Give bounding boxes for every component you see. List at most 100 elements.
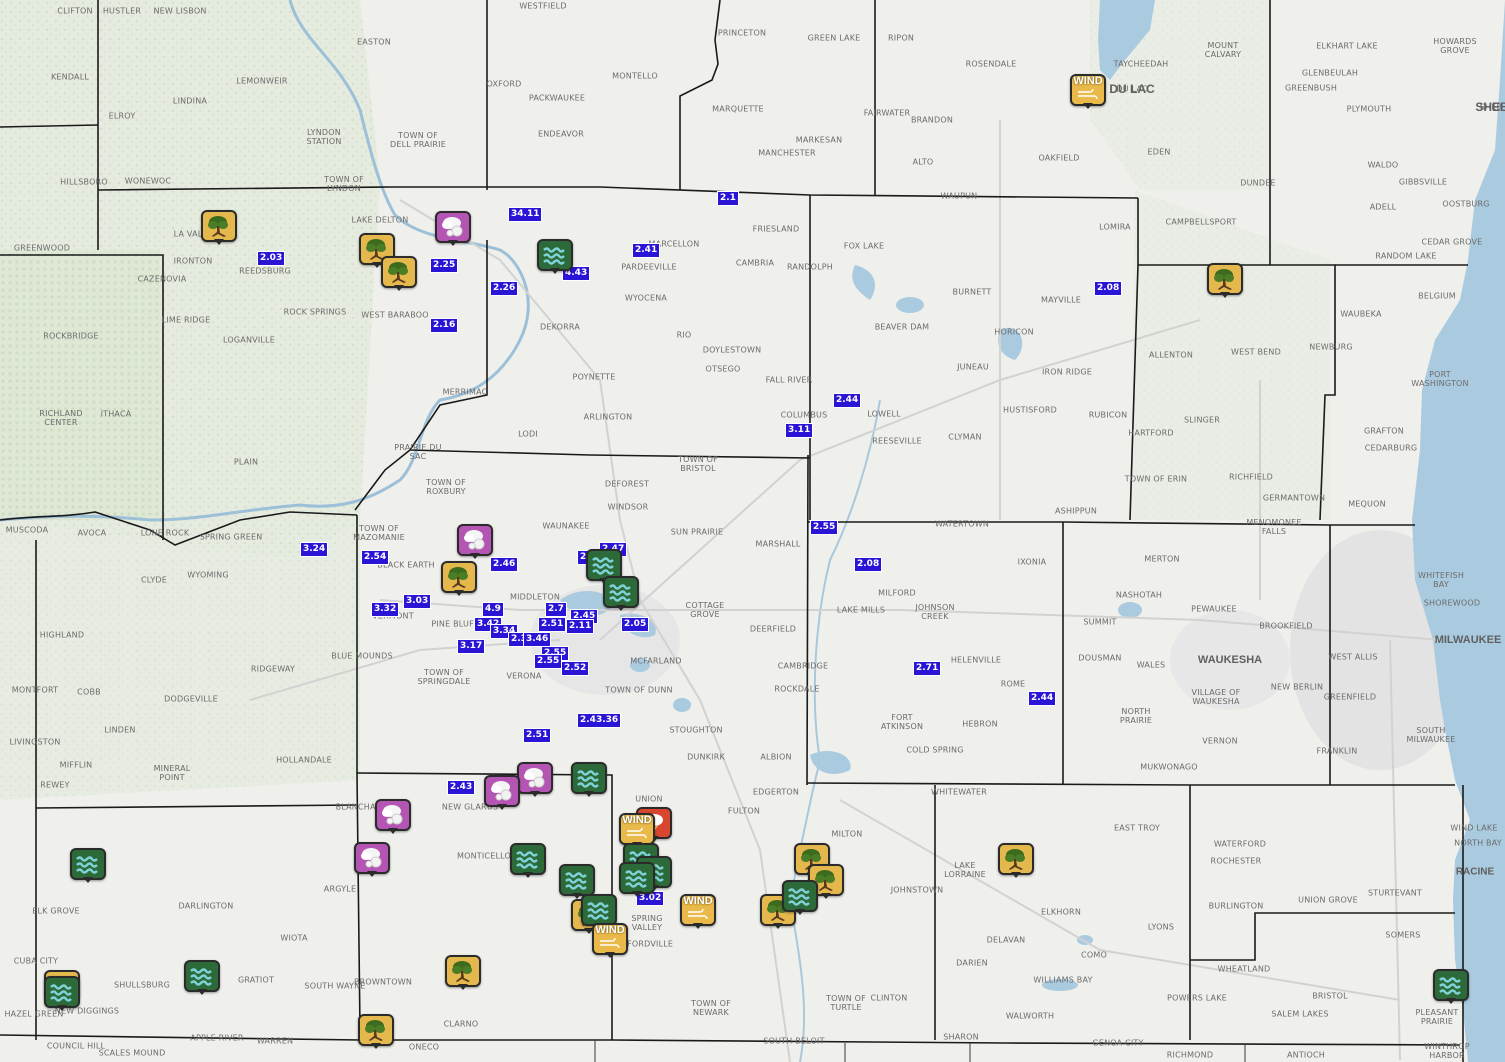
place-label: WEST ALLIS — [1328, 652, 1378, 662]
storm-report-wind[interactable]: WIND — [680, 894, 716, 930]
place-label: MUSCODA — [5, 525, 49, 535]
rainfall-total[interactable]: 2.51 — [538, 617, 567, 632]
place-label: COTTAGE GROVE — [685, 601, 725, 619]
rainfall-total[interactable]: 2.54 — [361, 550, 390, 565]
storm-report-tree[interactable] — [201, 210, 237, 246]
rainfall-total[interactable]: 2.46 — [490, 557, 519, 572]
flood-icon — [603, 576, 639, 608]
storm-report-tree[interactable] — [381, 256, 417, 292]
storm-report-hail[interactable] — [517, 762, 553, 798]
place-label: FALL RIVER — [765, 375, 813, 385]
place-label: WIOTA — [280, 933, 308, 943]
storm-report-flood[interactable] — [184, 960, 220, 996]
place-label: MILFORD — [878, 588, 916, 598]
rainfall-total[interactable]: 2.26 — [490, 281, 519, 296]
place-label: ALBION — [760, 752, 792, 762]
rainfall-total[interactable]: 2.44 — [833, 393, 862, 408]
place-label: BEAVER DAM — [874, 322, 930, 332]
rainfall-total[interactable]: 3.03 — [403, 594, 432, 609]
rainfall-total[interactable]: 2.03 — [257, 251, 286, 266]
storm-report-flood[interactable] — [782, 880, 818, 916]
rainfall-total[interactable]: 3.32 — [371, 602, 400, 617]
marker-pointer — [371, 1043, 381, 1049]
storm-report-flood[interactable] — [537, 239, 573, 275]
place-label: FULTON — [727, 806, 761, 816]
rainfall-total[interactable]: 2.25 — [430, 258, 459, 273]
flood-icon — [571, 762, 607, 794]
storm-report-tree[interactable] — [1207, 263, 1243, 299]
place-label: ELROY — [108, 111, 136, 121]
place-label: UNION — [635, 794, 663, 804]
storm-report-tree[interactable] — [441, 561, 477, 597]
rainfall-total[interactable]: 3.24 — [300, 542, 329, 557]
place-label: DEFOREST — [604, 479, 650, 489]
marker-pointer — [821, 893, 831, 899]
place-label: CLIFTON — [57, 6, 93, 16]
place-label: PRINCETON — [717, 28, 767, 38]
rainfall-total[interactable]: 3.17 — [457, 639, 486, 654]
storm-report-hail[interactable] — [375, 799, 411, 835]
tree-damage-icon — [445, 955, 481, 987]
rainfall-total[interactable]: 2.7 — [545, 602, 567, 617]
storm-report-hail[interactable] — [457, 524, 493, 560]
storm-report-hail[interactable] — [484, 775, 520, 811]
storm-report-flood[interactable] — [603, 576, 639, 612]
storm-report-flood[interactable] — [1433, 969, 1469, 1005]
place-label: ROME — [1000, 679, 1026, 689]
rainfall-total[interactable]: 2.52 — [561, 661, 590, 676]
storm-report-wind[interactable]: WIND — [592, 923, 628, 959]
rainfall-total[interactable]: 2.55 — [810, 520, 839, 535]
hail-icon — [484, 775, 520, 807]
storm-report-tree[interactable] — [998, 843, 1034, 879]
place-label: NEWBURG — [1309, 342, 1353, 352]
storm-report-tree[interactable] — [358, 1014, 394, 1050]
rainfall-total[interactable]: 2.71 — [913, 661, 942, 676]
tree-damage-icon — [998, 843, 1034, 875]
flood-icon — [44, 976, 80, 1008]
rainfall-total[interactable]: 2.16 — [430, 318, 459, 333]
rainfall-total[interactable]: 3.46 — [523, 632, 552, 647]
place-label: REWEY — [40, 780, 70, 790]
place-label: NASHOTAH — [1115, 590, 1163, 600]
storm-report-flood[interactable] — [70, 848, 106, 884]
storm-report-flood[interactable] — [44, 976, 80, 1012]
storm-report-hail[interactable] — [354, 842, 390, 878]
rainfall-total[interactable]: 2.1 — [717, 191, 739, 206]
place-label: GRATIOT — [237, 975, 275, 985]
place-label: SALEM LAKES — [1271, 1009, 1329, 1019]
rainfall-total[interactable]: 4.9 — [482, 602, 504, 617]
rainfall-total[interactable]: 2.44 — [1028, 691, 1057, 706]
storm-report-map[interactable]: CLIFTON HUSTLER NEW LISBON WESTFIELD EASTON P… — [0, 0, 1505, 1062]
place-label: COMO — [1081, 950, 1107, 960]
rainfall-total[interactable]: 2.05 — [621, 617, 650, 632]
place-label: POWERS LAKE — [1167, 993, 1227, 1003]
marker-pointer — [795, 909, 805, 915]
rainfall-total[interactable]: 2.43.36 — [577, 713, 622, 728]
storm-report-flood[interactable] — [619, 862, 655, 898]
storm-report-flood[interactable] — [510, 843, 546, 879]
place-label: GREENFIELD — [1323, 692, 1377, 702]
rainfall-total[interactable]: 3.11 — [785, 423, 814, 438]
city-label: MILWAUKEE — [1434, 634, 1502, 646]
rainfall-total[interactable]: 2.08 — [1094, 281, 1123, 296]
place-label: BELGIUM — [1418, 291, 1456, 301]
rainfall-total[interactable]: 2.08 — [854, 557, 883, 572]
place-label: IXONIA — [1017, 557, 1047, 567]
rainfall-total[interactable]: 2.51 — [523, 728, 552, 743]
place-label: WILLIAMS BAY — [1033, 975, 1093, 985]
storm-report-wind[interactable]: WIND — [1070, 74, 1106, 110]
rainfall-total[interactable]: 2.41 — [632, 243, 661, 258]
rainfall-total[interactable]: 34.11 — [508, 207, 543, 222]
place-label: WESTFIELD — [519, 1, 567, 11]
rainfall-total[interactable]: 2.43 — [447, 780, 476, 795]
rainfall-total[interactable]: 2.11 — [566, 619, 595, 634]
storm-report-tree[interactable] — [445, 955, 481, 991]
storm-report-hail[interactable] — [435, 211, 471, 247]
storm-report-flood[interactable] — [571, 762, 607, 798]
marker-pointer — [1083, 103, 1093, 109]
place-label: HORICON — [994, 327, 1034, 337]
place-label: ALTO — [912, 157, 934, 167]
place-label: RIDGEWAY — [250, 664, 296, 674]
hail-icon — [517, 762, 553, 794]
rainfall-total[interactable]: 2.55 — [534, 654, 563, 669]
